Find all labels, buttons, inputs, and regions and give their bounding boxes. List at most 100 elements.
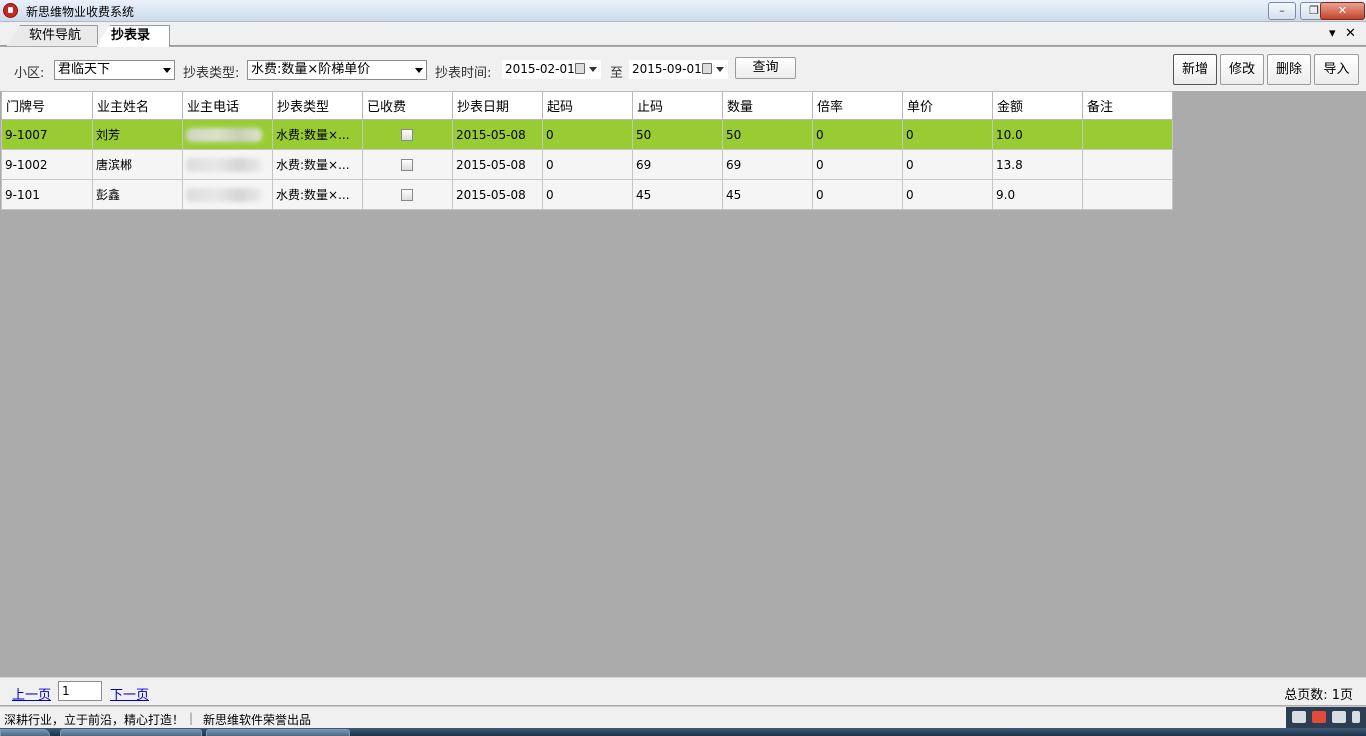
- cell-note: [1082, 119, 1173, 150]
- close-window-button[interactable]: ✕: [1320, 2, 1365, 20]
- date-to-picker[interactable]: 2015-09-01: [629, 60, 728, 79]
- cell-type: 水费:数量×...: [272, 179, 363, 210]
- start-button[interactable]: [0, 729, 50, 736]
- pager-bar: 上一页 1 下一页 总页数: 1页: [0, 677, 1366, 705]
- app-logo-icon: [3, 3, 18, 18]
- table-row[interactable]: 9-1007 刘芳 水费:数量×... 2015-05-08 0 50 50 0…: [1, 119, 1173, 150]
- cell-paid: [362, 179, 453, 210]
- keyboard-icon[interactable]: [1332, 711, 1346, 723]
- query-button[interactable]: 查询: [735, 57, 796, 79]
- paid-checkbox[interactable]: [401, 159, 413, 171]
- cell-paid: [362, 119, 453, 150]
- chevron-down-icon: [589, 67, 597, 72]
- cell-room: 9-101: [1, 179, 93, 210]
- close-tab-icon[interactable]: ✕: [1345, 26, 1356, 41]
- column-header-note[interactable]: 备注: [1082, 91, 1173, 120]
- cell-rate: 0: [812, 119, 903, 150]
- cell-rate: 0: [812, 179, 903, 210]
- taskbar-item[interactable]: [206, 729, 350, 736]
- chevron-down-icon: [716, 67, 724, 72]
- column-header-amount[interactable]: 金额: [992, 91, 1083, 120]
- column-header-qty[interactable]: 数量: [722, 91, 813, 120]
- prev-page-link[interactable]: 上一页: [12, 684, 51, 703]
- title-bar: 新思维物业收费系统 – ❐ ✕: [0, 0, 1366, 22]
- tab-list-dropdown-icon[interactable]: ▾: [1329, 26, 1336, 41]
- tray-app-icon[interactable]: [1292, 711, 1306, 723]
- cell-phone: [182, 119, 273, 150]
- calendar-icon: [575, 63, 585, 74]
- next-page-link[interactable]: 下一页: [110, 684, 149, 703]
- table-header-row: 门牌号 业主姓名 业主电话 抄表类型 已收费 抄表日期 起码 止码 数量 倍率 …: [1, 91, 1173, 120]
- date-from-picker[interactable]: 2015-02-01: [502, 60, 601, 79]
- table-row[interactable]: 9-1002 唐滨郴 水费:数量×... 2015-05-08 0 69 69 …: [1, 149, 1173, 180]
- status-slogan: 深耕行业，立于前沿，精心打造！: [4, 713, 185, 727]
- taskbar-item[interactable]: [60, 729, 202, 736]
- cell-note: [1082, 179, 1173, 210]
- cell-qty: 45: [722, 179, 813, 210]
- cell-qty: 69: [722, 149, 813, 180]
- table-row[interactable]: 9-101 彭鑫 水费:数量×... 2015-05-08 0 45 45 0 …: [1, 179, 1173, 210]
- column-header-date[interactable]: 抄表日期: [452, 91, 543, 120]
- cell-date: 2015-05-08: [452, 179, 543, 210]
- date-range-separator: 至: [610, 66, 624, 81]
- community-select[interactable]: 君临天下: [54, 60, 175, 80]
- cell-owner: 唐滨郴: [92, 149, 183, 180]
- column-header-phone[interactable]: 业主电话: [182, 91, 273, 120]
- cell-rate: 0: [812, 149, 903, 180]
- window-title: 新思维物业收费系统: [26, 5, 135, 19]
- cell-type: 水费:数量×...: [272, 149, 363, 180]
- paid-checkbox[interactable]: [401, 189, 413, 201]
- cell-room: 9-1007: [1, 119, 93, 150]
- add-button[interactable]: 新增: [1173, 54, 1217, 85]
- page-number-input[interactable]: 1: [58, 681, 102, 701]
- cell-paid: [362, 149, 453, 180]
- system-tray: [1286, 707, 1366, 729]
- cell-type: 水费:数量×...: [272, 119, 363, 150]
- calendar-icon: [702, 63, 712, 74]
- chevron-down-icon: [163, 68, 171, 73]
- tab-meter-entry[interactable]: 抄表录入: [96, 25, 170, 47]
- cell-amount: 13.8: [992, 149, 1083, 180]
- redacted-phone: [186, 187, 262, 202]
- edit-button[interactable]: 修改: [1220, 54, 1264, 85]
- total-pages-text: 总页数: 1页: [1284, 688, 1353, 703]
- cell-date: 2015-05-08: [452, 119, 543, 150]
- cell-price: 0: [902, 119, 993, 150]
- meter-type-select-value: 水费:数量×阶梯单价: [251, 62, 371, 77]
- delete-button[interactable]: 删除: [1267, 54, 1311, 85]
- cell-price: 0: [902, 149, 993, 180]
- community-label: 小区:: [14, 66, 45, 81]
- cell-amount: 10.0: [992, 119, 1083, 150]
- meter-time-label: 抄表时间:: [435, 66, 492, 81]
- column-header-room[interactable]: 门牌号: [1, 91, 93, 120]
- cell-end: 50: [632, 119, 723, 150]
- tray-menu-icon[interactable]: [1352, 711, 1360, 723]
- cell-owner: 彭鑫: [92, 179, 183, 210]
- chevron-down-icon: [415, 68, 423, 73]
- cell-start: 0: [542, 179, 633, 210]
- column-header-owner[interactable]: 业主姓名: [92, 91, 183, 120]
- column-header-paid[interactable]: 已收费: [362, 91, 453, 120]
- import-button[interactable]: 导入: [1314, 54, 1359, 85]
- column-header-end[interactable]: 止码: [632, 91, 723, 120]
- cell-phone: [182, 149, 273, 180]
- cell-phone: [182, 179, 273, 210]
- tab-navigation[interactable]: 软件导航页: [6, 25, 98, 46]
- column-header-rate[interactable]: 倍率: [812, 91, 903, 120]
- meter-type-select[interactable]: 水费:数量×阶梯单价: [247, 60, 427, 80]
- community-select-value: 君临天下: [58, 62, 111, 77]
- column-header-type[interactable]: 抄表类型: [272, 91, 363, 120]
- meter-reading-table: 门牌号 业主姓名 业主电话 抄表类型 已收费 抄表日期 起码 止码 数量 倍率 …: [1, 91, 1173, 210]
- column-header-start[interactable]: 起码: [542, 91, 633, 120]
- date-to-value: 2015-09-01: [632, 62, 702, 76]
- redacted-phone: [186, 157, 262, 172]
- cell-amount: 9.0: [992, 179, 1083, 210]
- tray-input-icon[interactable]: [1312, 711, 1326, 723]
- status-company: 新思维软件荣誉出品: [203, 713, 312, 727]
- cell-date: 2015-05-08: [452, 149, 543, 180]
- meter-type-label: 抄表类型:: [183, 66, 240, 81]
- paid-checkbox[interactable]: [401, 129, 413, 141]
- os-taskbar: [0, 728, 1366, 736]
- minimize-button[interactable]: –: [1268, 2, 1296, 20]
- column-header-price[interactable]: 单价: [902, 91, 993, 120]
